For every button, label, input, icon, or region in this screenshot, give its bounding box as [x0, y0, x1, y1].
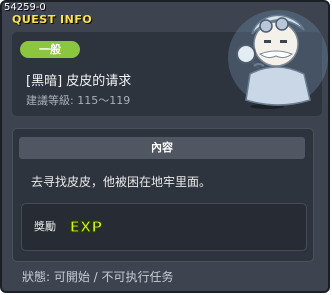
quest-name: [黑暗] 皮皮的请求 [26, 74, 132, 89]
quest-info-window: 54259-0 QUEST INFO 一般 [黑暗] 皮皮的请求 建議等級: 1… [0, 0, 330, 293]
quest-type-badge: 一般 [20, 41, 80, 58]
recommended-level: 建議等級: 115～119 [26, 94, 131, 107]
reward-label: 獎勵 [34, 220, 56, 233]
quest-status: 狀態: 可開始 / 不可执行任务 [22, 270, 174, 284]
npc-portrait-icon [228, 10, 328, 106]
quest-description: 去寻找皮皮，他被困在地牢里面。 [31, 175, 212, 189]
exp-icon-text: EXP [70, 218, 103, 236]
reward-panel: 獎勵 EXP [21, 203, 307, 251]
quest-id: 54259-0 [4, 2, 46, 13]
content-panel: 內容 去寻找皮皮，他被困在地牢里面。 獎勵 EXP [12, 128, 314, 262]
content-header: 內容 [19, 137, 305, 159]
exp-icon: EXP [69, 217, 103, 236]
window-title: QUEST INFO [12, 13, 93, 26]
